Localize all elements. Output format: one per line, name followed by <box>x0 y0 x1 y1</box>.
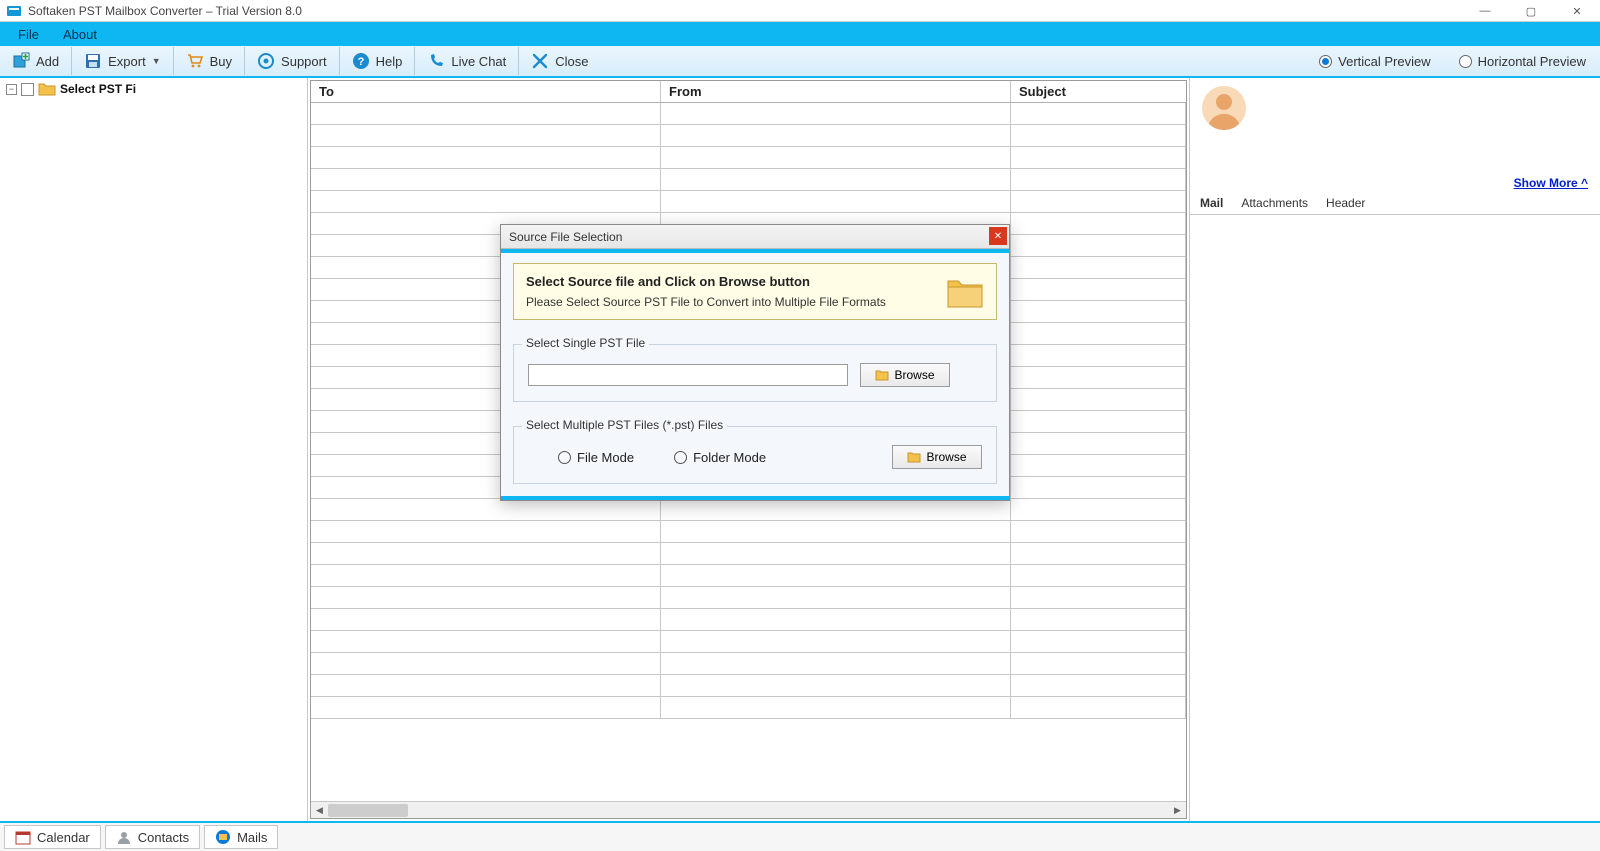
close-window-button[interactable]: ✕ <box>1554 0 1600 22</box>
file-mode-label: File Mode <box>577 450 634 465</box>
col-to[interactable]: To <box>311 81 661 102</box>
minimize-button[interactable]: — <box>1462 0 1508 22</box>
vertical-preview-radio[interactable]: Vertical Preview <box>1305 54 1444 69</box>
window-title: Softaken PST Mailbox Converter – Trial V… <box>28 4 302 18</box>
save-icon <box>84 52 102 70</box>
maximize-button[interactable]: ▢ <box>1508 0 1554 22</box>
source-file-dialog: Source File Selection ✕ Select Source fi… <box>500 224 1010 501</box>
help-icon: ? <box>352 52 370 70</box>
close-icon <box>531 52 549 70</box>
preview-header: Show More ^ <box>1190 78 1600 194</box>
folder-mode-label: Folder Mode <box>693 450 766 465</box>
browse-multiple-button[interactable]: Browse <box>892 445 982 469</box>
calendar-icon <box>15 829 31 845</box>
tab-calendar[interactable]: Calendar <box>4 825 101 849</box>
help-label: Help <box>376 54 403 69</box>
avatar <box>1202 86 1246 130</box>
radio-checked-icon <box>1319 55 1332 68</box>
radio-unchecked-icon <box>1459 55 1472 68</box>
add-label: Add <box>36 54 59 69</box>
mails-icon <box>215 829 231 845</box>
folder-open-icon <box>907 451 921 463</box>
tree-checkbox[interactable] <box>21 83 34 96</box>
preview-panel: Show More ^ Mail Attachments Header <box>1190 78 1600 821</box>
tab-contacts[interactable]: Contacts <box>105 825 200 849</box>
svg-text:?: ? <box>357 56 364 68</box>
livechat-button[interactable]: Live Chat <box>415 45 518 77</box>
tree-root-label: Select PST Fi <box>60 82 290 96</box>
col-from[interactable]: From <box>661 81 1011 102</box>
support-icon <box>257 52 275 70</box>
preview-body <box>1190 215 1600 821</box>
browse-multiple-label: Browse <box>926 450 966 464</box>
close-label: Close <box>555 54 588 69</box>
mails-label: Mails <box>237 830 267 845</box>
horizontal-preview-label: Horizontal Preview <box>1478 54 1586 69</box>
window-controls: — ▢ ✕ <box>1462 0 1600 22</box>
single-file-group: Select Single PST File Browse <box>513 344 997 402</box>
add-icon <box>12 52 30 70</box>
phone-icon <box>427 52 445 70</box>
info-banner: Select Source file and Click on Browse b… <box>513 263 997 320</box>
scroll-thumb[interactable] <box>328 804 408 817</box>
export-label: Export <box>108 54 146 69</box>
tab-mail[interactable]: Mail <box>1198 194 1225 214</box>
contacts-icon <box>116 829 132 845</box>
livechat-label: Live Chat <box>451 54 506 69</box>
buy-button[interactable]: Buy <box>174 45 244 77</box>
add-button[interactable]: Add <box>0 45 71 77</box>
show-more-link[interactable]: Show More ^ <box>1514 176 1588 190</box>
calendar-label: Calendar <box>37 830 90 845</box>
tree-collapse-icon[interactable]: − <box>6 84 17 95</box>
support-button[interactable]: Support <box>245 45 339 77</box>
tab-attachments[interactable]: Attachments <box>1239 194 1310 214</box>
folder-mode-radio[interactable]: Folder Mode <box>674 450 766 465</box>
browse-single-button[interactable]: Browse <box>860 363 950 387</box>
app-icon <box>6 3 22 19</box>
buy-label: Buy <box>210 54 232 69</box>
toolbar: Add Export ▼ Buy Support ? Help Live Cha… <box>0 46 1600 78</box>
help-button[interactable]: ? Help <box>340 45 415 77</box>
menubar: File About <box>0 22 1600 46</box>
scroll-right-icon[interactable]: ▶ <box>1169 802 1186 819</box>
browse-single-label: Browse <box>894 368 934 382</box>
tab-mails[interactable]: Mails <box>204 825 278 849</box>
vertical-preview-label: Vertical Preview <box>1338 54 1430 69</box>
radio-unchecked-icon <box>674 451 687 464</box>
folder-large-icon <box>946 275 984 309</box>
scroll-left-icon[interactable]: ◀ <box>311 802 328 819</box>
menu-about[interactable]: About <box>51 24 109 45</box>
support-label: Support <box>281 54 327 69</box>
col-subject[interactable]: Subject <box>1011 81 1186 102</box>
folder-open-icon <box>875 369 889 381</box>
dialog-close-button[interactable]: ✕ <box>989 227 1007 245</box>
chevron-down-icon: ▼ <box>152 56 161 66</box>
dialog-titlebar[interactable]: Source File Selection ✕ <box>501 225 1009 249</box>
tree-panel: − Select PST Fi <box>0 78 308 821</box>
dialog-title-text: Source File Selection <box>509 230 622 244</box>
titlebar: Softaken PST Mailbox Converter – Trial V… <box>0 0 1600 22</box>
info-heading: Select Source file and Click on Browse b… <box>526 274 932 289</box>
contacts-label: Contacts <box>138 830 189 845</box>
file-mode-radio[interactable]: File Mode <box>558 450 634 465</box>
tab-header[interactable]: Header <box>1324 194 1367 214</box>
grid-header: To From Subject <box>311 81 1186 103</box>
horizontal-preview-radio[interactable]: Horizontal Preview <box>1445 54 1600 69</box>
export-button[interactable]: Export ▼ <box>72 45 173 77</box>
horizontal-scrollbar[interactable]: ◀ ▶ <box>311 801 1186 818</box>
multiple-file-group: Select Multiple PST Files (*.pst) Files … <box>513 426 997 484</box>
single-file-label: Select Single PST File <box>522 336 649 350</box>
info-subtext: Please Select Source PST File to Convert… <box>526 295 932 309</box>
cart-icon <box>186 52 204 70</box>
preview-tabs: Mail Attachments Header <box>1190 194 1600 215</box>
multiple-file-label: Select Multiple PST Files (*.pst) Files <box>522 418 727 432</box>
bottom-tabs: Calendar Contacts Mails <box>0 821 1600 851</box>
menu-file[interactable]: File <box>6 24 51 45</box>
single-file-input[interactable] <box>528 364 848 386</box>
radio-unchecked-icon <box>558 451 571 464</box>
tree-root-item[interactable]: − Select PST Fi <box>6 82 301 96</box>
folder-icon <box>38 82 56 96</box>
close-button[interactable]: Close <box>519 45 600 77</box>
